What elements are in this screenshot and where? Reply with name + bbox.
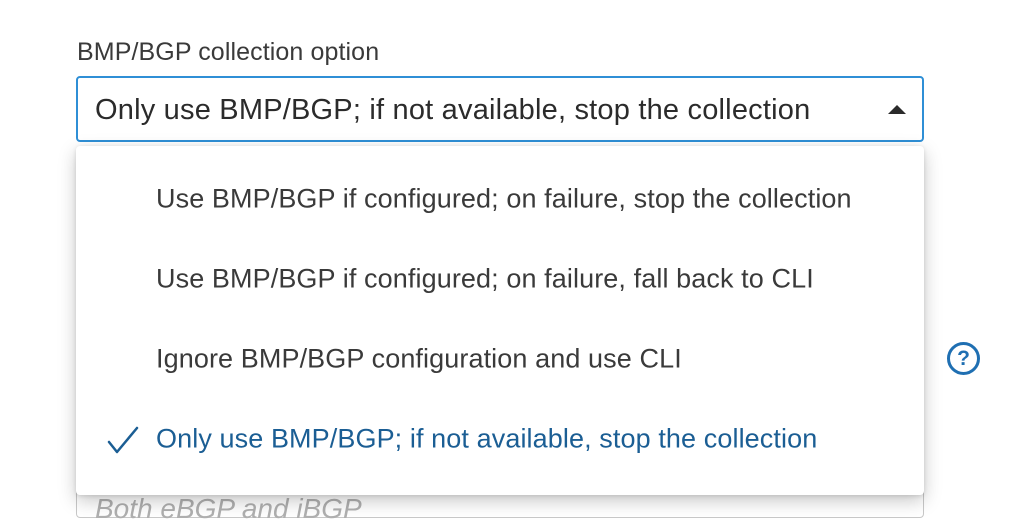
select-value: Only use BMP/BGP; if not available, stop… (95, 94, 811, 126)
menu-item-only-bmp-bgp[interactable]: Only use BMP/BGP; if not available, stop… (76, 401, 924, 481)
help-icon[interactable]: ? (947, 342, 980, 375)
menu-item-ignore-bmp-bgp[interactable]: Ignore BMP/BGP configuration and use CLI (76, 321, 924, 401)
menu-item-label: Use BMP/BGP if configured; on failure, f… (156, 263, 814, 294)
menu-item-fallback-cli[interactable]: Use BMP/BGP if configured; on failure, f… (76, 241, 924, 321)
checkmark-icon (107, 426, 139, 454)
menu-item-label: Only use BMP/BGP; if not available, stop… (156, 423, 818, 454)
bmp-bgp-collection-select[interactable]: Only use BMP/BGP; if not available, stop… (76, 76, 924, 142)
field-label: BMP/BGP collection option (77, 38, 380, 66)
menu-item-stop-on-failure[interactable]: Use BMP/BGP if configured; on failure, s… (76, 161, 924, 241)
menu-item-label: Ignore BMP/BGP configuration and use CLI (156, 343, 682, 374)
bgp-type-placeholder: Both eBGP and iBGP (95, 493, 362, 524)
caret-up-icon (888, 105, 906, 114)
menu-item-label: Use BMP/BGP if configured; on failure, s… (156, 183, 852, 214)
dropdown-menu: Use BMP/BGP if configured; on failure, s… (76, 146, 924, 495)
